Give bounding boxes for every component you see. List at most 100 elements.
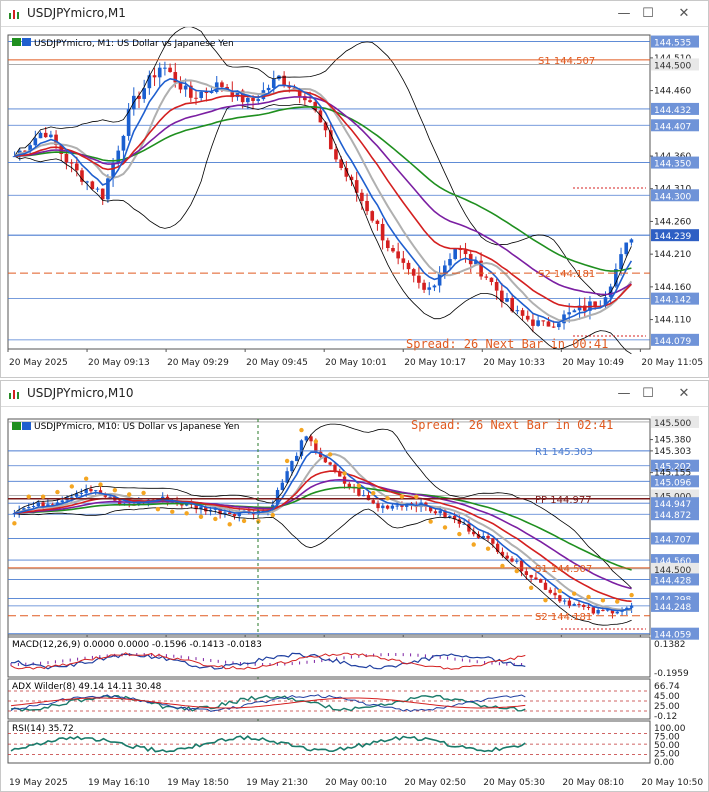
candle-body (251, 98, 255, 101)
time-label: 19 May 21:30 (246, 778, 308, 788)
candle-body (266, 87, 271, 91)
price-label: 144.535 (654, 39, 691, 49)
price-label: 144.432 (654, 106, 691, 116)
candle-body (69, 162, 74, 164)
candle-body (432, 285, 437, 288)
price-label: 145.303 (654, 447, 691, 457)
time-label: 20 May 10:50 (641, 778, 703, 788)
candle-body (615, 611, 619, 614)
price-label: 144.428 (654, 576, 691, 586)
sar-dot (141, 490, 146, 496)
candle-body (427, 287, 432, 290)
sar-dot (385, 496, 390, 501)
sar-dot (198, 514, 204, 519)
candle-body (557, 323, 561, 328)
candle-body (629, 605, 634, 608)
rsi-panel (7, 720, 651, 764)
candle-body (515, 310, 520, 312)
candle-body (168, 67, 172, 73)
minimize-button[interactable]: — (613, 4, 635, 24)
candle-body (79, 492, 84, 494)
candle-body (295, 455, 299, 462)
symbol-swatch (22, 422, 31, 430)
chart-window-m10[interactable]: USDJPYmicro,M10 — ☐ ✕ 145.500 145.380 145.… (0, 380, 709, 792)
price-label: 144.407 (654, 122, 691, 132)
candle-body (142, 88, 146, 99)
candle-body (271, 79, 276, 88)
price-chart-m1[interactable]: 144.535144.510144.500144.460144.432144.4… (1, 27, 708, 377)
symbol-swatch (12, 38, 21, 46)
candle-body (380, 223, 385, 241)
sar-dot (571, 591, 577, 596)
candle-body (365, 200, 369, 212)
time-label: 20 May 05:30 (483, 778, 545, 788)
adx-panel-label: ADX Wilder(8) 49.14 14.11 30.48 (12, 682, 162, 692)
candle-body (121, 135, 126, 151)
candle-body (390, 505, 395, 509)
sar-dot (600, 598, 606, 603)
time-label: 20 May 10:01 (325, 358, 387, 368)
candle-body (163, 67, 167, 69)
candle-body (74, 163, 79, 171)
price-chart-m10[interactable]: 145.500145.380145.303145.202145.155145.0… (1, 407, 708, 791)
candle-body (463, 250, 468, 255)
maximize-button[interactable]: ☐ (637, 4, 659, 24)
candle-body (318, 110, 323, 123)
candle-body (157, 67, 162, 78)
time-label: 20 May 09:45 (246, 358, 308, 368)
candle-body (484, 276, 489, 278)
candle-body (546, 321, 551, 327)
candle-body (376, 503, 380, 509)
indicator-scale-label: -0.12 (654, 712, 677, 722)
candle-body (601, 609, 605, 611)
title-bar[interactable]: USDJPYmicro,M10 — ☐ ✕ (1, 381, 708, 407)
candle-body (422, 282, 426, 290)
time-label: 20 May 08:10 (562, 778, 624, 788)
candle-body (624, 242, 629, 255)
sar-dot (83, 476, 89, 481)
candle-body (567, 600, 572, 606)
spread-countdown: Spread: 26 Next Bar in 00:41 (406, 337, 608, 351)
candle-body (375, 220, 380, 224)
price-label: 144.079 (654, 337, 691, 347)
price-label: 144.872 (654, 511, 691, 521)
chart-window-m1[interactable]: USDJPYmicro,M1 — ☐ ✕ 144.535144.510144.5… (0, 0, 709, 378)
time-label: 19 May 16:10 (88, 778, 150, 788)
time-label: 20 May 2025 (9, 358, 68, 368)
candle-body (491, 538, 495, 544)
sar-dot (399, 494, 405, 499)
time-label: 19 May 18:50 (167, 778, 229, 788)
candle-body (411, 269, 416, 276)
candle-body (505, 298, 509, 302)
sar-dot (112, 487, 118, 493)
pivot-level-label: S2 144.181 (538, 269, 595, 280)
pivot-level-label: S2 144.181 (535, 612, 592, 623)
price-label: 144.460 (654, 87, 691, 97)
minimize-button[interactable]: — (613, 384, 635, 404)
sar-dot (586, 594, 591, 600)
candle-body (448, 259, 452, 266)
sar-dot (313, 439, 319, 444)
window-title: USDJPYmicro,M1 (27, 6, 126, 20)
price-label: 144.707 (654, 535, 691, 545)
title-bar[interactable]: USDJPYmicro,M1 — ☐ ✕ (1, 1, 708, 27)
candle-body (572, 603, 576, 606)
candle-body (572, 310, 577, 313)
price-label: 144.500 (654, 61, 691, 71)
candle-body (448, 515, 452, 518)
candle-body (437, 273, 442, 286)
price-label: 144.110 (654, 316, 691, 326)
candle-body (357, 488, 361, 496)
symbol-swatch (12, 422, 21, 430)
candle-body (323, 457, 328, 463)
maximize-button[interactable]: ☐ (637, 384, 659, 404)
sar-dot (471, 542, 476, 547)
close-button[interactable]: ✕ (673, 384, 695, 404)
close-button[interactable]: ✕ (673, 4, 695, 24)
rsi-panel-label: RSI(14) 35.72 (12, 724, 74, 734)
candle-body (396, 251, 400, 259)
candle-body (524, 571, 529, 575)
price-label: 144.210 (654, 250, 691, 260)
candle-body (60, 500, 64, 503)
candle-body (334, 149, 338, 160)
